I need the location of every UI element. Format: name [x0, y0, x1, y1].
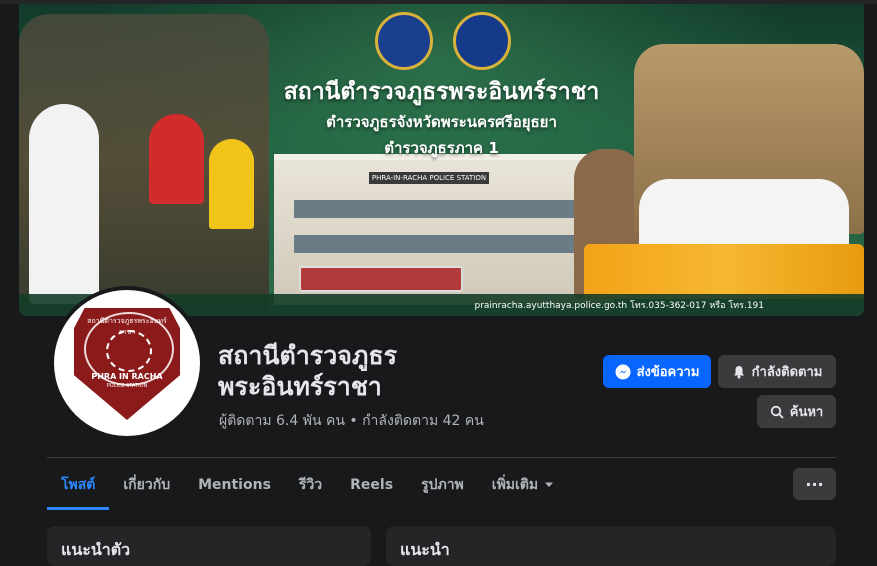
avatar-sub: POLICE STATION — [106, 383, 148, 389]
more-options-button[interactable]: ··· — [793, 468, 836, 500]
road-sign — [299, 266, 463, 292]
tab-more[interactable]: เพิ่มเติม — [478, 462, 568, 508]
following-button[interactable]: กำลังติดตาม — [718, 355, 836, 388]
tab-more-label: เพิ่มเติม — [491, 477, 539, 493]
messenger-icon — [615, 364, 631, 380]
cover-subtitle-region: ตำรวจภูธรภาค 1 — [384, 139, 499, 157]
cover-subtitle-province: ตำรวจภูธรจังหวัดพระนครศรีอยุธยา — [326, 113, 557, 131]
page-title: สถานีตำรวจภูธร พระอินทร์ราชา — [218, 340, 397, 402]
bell-icon — [732, 365, 746, 379]
avatar[interactable]: สถานีตำรวจภูธรพระอินทร์ราชา PHRA IN RACH… — [54, 290, 200, 436]
following-button-label: กำลังติดตาม — [751, 365, 823, 380]
cover-photo[interactable]: PHRA-IN-RACHA POLICE STATION สถานีตำรวจภ… — [19, 4, 864, 316]
page-title-line1: สถานีตำรวจภูธร — [218, 341, 398, 370]
police-logo-icon — [375, 12, 433, 70]
intro-card: แนะนำตัว — [47, 526, 371, 566]
avatar-name: PHRA IN RACHA — [91, 372, 163, 381]
cover-mascot — [29, 104, 99, 304]
caret-down-icon — [544, 482, 554, 488]
search-button-label: ค้นหา — [789, 405, 824, 420]
tab-photos[interactable]: รูปภาพ — [407, 462, 478, 508]
tab-mentions[interactable]: Mentions — [184, 462, 285, 508]
region-logo-icon — [453, 12, 511, 70]
tab-posts[interactable]: โพสต์ — [47, 462, 110, 510]
station-sign: PHRA-IN-RACHA POLICE STATION — [369, 172, 489, 184]
building-window-row — [294, 235, 594, 253]
profile-divider — [47, 457, 836, 458]
tab-about[interactable]: เกี่ยวกับ — [109, 462, 184, 508]
tab-reviews[interactable]: รีวิว — [285, 462, 336, 508]
recommend-card: แนะนำ — [386, 526, 836, 566]
message-button[interactable]: ส่งข้อความ — [603, 355, 711, 388]
message-button-label: ส่งข้อความ — [636, 365, 700, 380]
cover-contact: prainracha.ayutthaya.police.go.th โทร.03… — [474, 301, 764, 311]
cover-title: สถานีตำรวจภูธรพระอินทร์ราชา — [283, 79, 600, 105]
search-button[interactable]: ค้นหา — [757, 395, 836, 428]
search-icon — [770, 405, 784, 419]
tab-reels[interactable]: Reels — [336, 462, 407, 508]
profile-tabs: โพสต์ เกี่ยวกับ Mentions รีวิว Reels รูป… — [47, 462, 568, 510]
page-title-line2: พระอินทร์ราชา — [218, 372, 382, 401]
avatar-top-text: สถานีตำรวจภูธรพระอินทร์ราชา — [87, 317, 167, 336]
cover-gift-bags — [584, 244, 864, 299]
building-window-row — [294, 200, 594, 218]
followers-count[interactable]: ผู้ติดตาม 6.4 พัน คน • กำลังติดตาม 42 คน — [219, 410, 484, 432]
